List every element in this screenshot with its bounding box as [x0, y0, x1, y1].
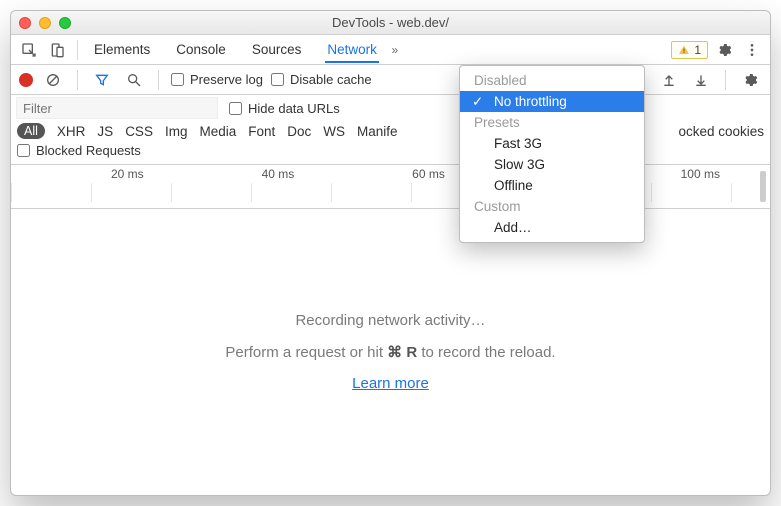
- type-css[interactable]: CSS: [125, 124, 153, 139]
- import-har-icon[interactable]: [657, 68, 681, 92]
- type-xhr[interactable]: XHR: [57, 124, 86, 139]
- hint-message: Perform a request or hit ⌘ R to record t…: [225, 343, 555, 361]
- record-button[interactable]: [19, 73, 33, 87]
- more-tabs-icon[interactable]: »: [383, 38, 407, 62]
- filter-input[interactable]: [17, 98, 217, 118]
- preserve-log-input[interactable]: [171, 73, 184, 86]
- export-har-icon[interactable]: [689, 68, 713, 92]
- timeline-grid: [11, 183, 770, 202]
- tab-network[interactable]: Network: [325, 36, 379, 63]
- dd-item-fast-3g[interactable]: Fast 3G: [460, 133, 644, 154]
- type-font[interactable]: Font: [248, 124, 275, 139]
- blocked-requests-row: Blocked Requests: [11, 141, 770, 165]
- panel-tabs: Elements Console Sources Network: [92, 36, 379, 63]
- device-toolbar-icon[interactable]: [45, 38, 69, 62]
- dd-section-presets: Presets: [460, 112, 644, 133]
- type-media[interactable]: Media: [199, 124, 236, 139]
- warnings-count: 1: [694, 43, 701, 57]
- blocked-requests-input[interactable]: [17, 144, 30, 157]
- request-type-filters: All XHR JS CSS Img Media Font Doc WS Man…: [11, 121, 770, 141]
- settings-gear-icon[interactable]: [712, 38, 736, 62]
- dd-section-disabled: Disabled: [460, 70, 644, 91]
- search-icon[interactable]: [122, 68, 146, 92]
- dd-item-slow-3g[interactable]: Slow 3G: [460, 154, 644, 175]
- filter-row: Hide data URLs: [11, 95, 770, 121]
- learn-more-link[interactable]: Learn more: [352, 375, 429, 392]
- throttling-dropdown: Disabled No throttling Presets Fast 3G S…: [459, 65, 645, 243]
- dd-item-offline[interactable]: Offline: [460, 175, 644, 196]
- empty-state: Recording network activity… Perform a re…: [11, 209, 770, 495]
- tab-elements[interactable]: Elements: [92, 36, 152, 63]
- waterfall-timeline[interactable]: 20 ms 40 ms 60 ms 100 ms: [11, 165, 770, 209]
- clear-icon[interactable]: [41, 68, 65, 92]
- devtools-window: DevTools - web.dev/ Elements Console Sou…: [10, 10, 771, 496]
- tab-sources[interactable]: Sources: [250, 36, 304, 63]
- network-settings-gear-icon[interactable]: [738, 68, 762, 92]
- filter-funnel-icon[interactable]: [90, 68, 114, 92]
- tab-console[interactable]: Console: [174, 36, 228, 63]
- hide-data-urls-input[interactable]: [229, 102, 242, 115]
- recording-message: Recording network activity…: [295, 312, 485, 329]
- more-menu-icon[interactable]: [740, 38, 764, 62]
- type-all[interactable]: All: [17, 123, 45, 139]
- dd-item-no-throttling[interactable]: No throttling: [460, 91, 644, 112]
- disable-cache-input[interactable]: [271, 73, 284, 86]
- timeline-ticks: 20 ms 40 ms 60 ms 100 ms: [11, 167, 770, 181]
- reload-shortcut: ⌘ R: [387, 344, 417, 361]
- blocked-cookies-label-tail[interactable]: ocked cookies: [678, 124, 764, 139]
- preserve-log-checkbox[interactable]: Preserve log: [171, 72, 263, 87]
- type-img[interactable]: Img: [165, 124, 188, 139]
- type-doc[interactable]: Doc: [287, 124, 311, 139]
- dd-item-add[interactable]: Add…: [460, 217, 644, 238]
- window-title: DevTools - web.dev/: [11, 15, 770, 30]
- dd-section-custom: Custom: [460, 196, 644, 217]
- main-tabs-row: Elements Console Sources Network » 1: [11, 35, 770, 65]
- blocked-requests-checkbox[interactable]: Blocked Requests: [17, 143, 141, 158]
- hide-data-urls-checkbox[interactable]: Hide data URLs: [229, 101, 340, 116]
- type-ws[interactable]: WS: [323, 124, 345, 139]
- type-manifest[interactable]: Manife: [357, 124, 398, 139]
- title-bar: DevTools - web.dev/: [11, 11, 770, 35]
- disable-cache-checkbox[interactable]: Disable cache: [271, 72, 372, 87]
- warnings-badge[interactable]: 1: [671, 41, 708, 59]
- type-js[interactable]: JS: [97, 124, 113, 139]
- inspect-element-icon[interactable]: [17, 38, 41, 62]
- network-toolbar: Preserve log Disable cache: [11, 65, 770, 95]
